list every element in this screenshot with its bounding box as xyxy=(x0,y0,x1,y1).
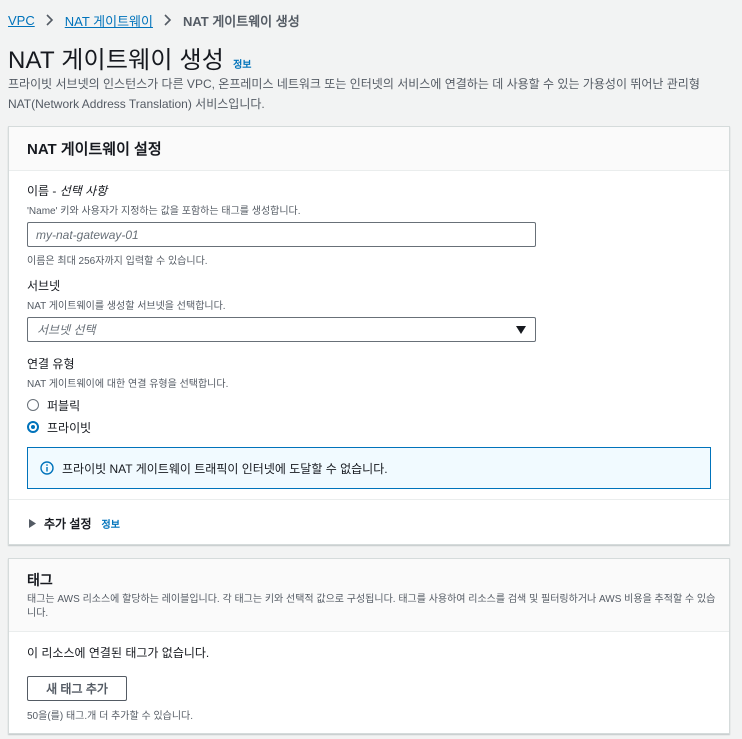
panel-header: NAT 게이트웨이 설정 xyxy=(9,127,729,171)
subnet-select[interactable]: 서브넷 선택 xyxy=(27,317,536,342)
subnet-label: 서브넷 xyxy=(27,279,61,293)
breadcrumb: VPC NAT 게이트웨이 NAT 게이트웨이 생성 xyxy=(8,10,300,30)
chevron-right-icon xyxy=(159,14,177,26)
tags-description: 태그는 AWS 리소스에 할당하는 레이블입니다. 각 태그는 키와 선택적 값… xyxy=(27,594,716,619)
name-label: 이름 - 선택 사항 xyxy=(27,184,108,198)
add-tag-button[interactable]: 새 태그 추가 xyxy=(27,676,127,701)
name-field: 이름 - 선택 사항 'Name' 키와 사용자가 지정하는 값을 포함하는 태… xyxy=(27,182,536,267)
info-alert: 프라이빗 NAT 게이트웨이 트래픽이 인터넷에 도달할 수 없습니다. xyxy=(27,447,711,489)
info-link[interactable]: 정보 xyxy=(233,56,251,71)
radio-button[interactable] xyxy=(27,399,39,411)
info-circle-icon xyxy=(40,461,54,475)
tags-empty-message: 이 리소스에 연결된 태그가 없습니다. xyxy=(27,646,210,660)
radio-public-label: 퍼블릭 xyxy=(47,398,81,413)
tags-title: 태그 xyxy=(27,572,53,588)
page-description: 프라이빗 서브넷의 인스턴스가 다른 VPC, 온프레미스 네트워크 또는 인터… xyxy=(8,77,700,111)
name-description: 'Name' 키와 사용자가 지정하는 값을 포함하는 태그를 생성합니다. xyxy=(27,206,301,217)
name-input[interactable] xyxy=(27,222,536,247)
radio-public[interactable]: 퍼블릭 xyxy=(27,395,228,415)
tags-panel: 태그 태그는 AWS 리소스에 할당하는 레이블입니다. 각 태그는 키와 선택… xyxy=(8,558,730,734)
additional-settings-info-link[interactable]: 정보 xyxy=(102,516,120,531)
breadcrumb-current: NAT 게이트웨이 생성 xyxy=(182,13,300,29)
connectivity-label: 연결 유형 xyxy=(27,357,75,371)
caret-right-icon xyxy=(29,519,36,528)
info-alert-text: 프라이빗 NAT 게이트웨이 트래픽이 인터넷에 도달할 수 없습니다. xyxy=(62,461,388,476)
divider xyxy=(9,499,729,500)
additional-settings-expander[interactable]: 추가 설정 정보 xyxy=(29,515,120,532)
panel-title: NAT 게이트웨이 설정 xyxy=(27,141,162,158)
radio-private[interactable]: 프라이빗 xyxy=(27,417,228,437)
radio-button-selected[interactable] xyxy=(27,421,39,433)
radio-private-label: 프라이빗 xyxy=(47,420,92,435)
page-title: NAT 게이트웨이 생성 xyxy=(8,47,225,74)
connectivity-description: NAT 게이트웨이에 대한 연결 유형을 선택합니다. xyxy=(27,379,229,390)
name-constraint: 이름은 최대 256자까지 입력할 수 있습니다. xyxy=(27,256,208,267)
subnet-field: 서브넷 NAT 게이트웨이를 생성할 서브넷을 선택합니다. 서브넷 선택 xyxy=(27,277,536,342)
connectivity-type-field: 연결 유형 NAT 게이트웨이에 대한 연결 유형을 선택합니다. 퍼블릭 프라… xyxy=(27,355,228,437)
nat-gateway-settings-panel: NAT 게이트웨이 설정 이름 - 선택 사항 'Name' 키와 사용자가 지… xyxy=(8,126,730,545)
tags-panel-header: 태그 태그는 AWS 리소스에 할당하는 레이블입니다. 각 태그는 키와 선택… xyxy=(9,559,729,632)
chevron-right-icon xyxy=(41,14,59,26)
subnet-select-placeholder: 서브넷 선택 xyxy=(37,323,96,337)
caret-down-icon xyxy=(516,321,526,339)
additional-settings-label: 추가 설정 xyxy=(44,517,92,531)
subnet-description: NAT 게이트웨이를 생성할 서브넷을 선택합니다. xyxy=(27,301,226,312)
tags-limit-text: 50을(를) 태그.개 더 추가할 수 있습니다. xyxy=(27,711,194,722)
breadcrumb-vpc[interactable]: VPC xyxy=(8,13,35,28)
page-header: NAT 게이트웨이 생성 정보 xyxy=(8,40,252,75)
breadcrumb-nat-gateways[interactable]: NAT 게이트웨이 xyxy=(65,11,153,30)
